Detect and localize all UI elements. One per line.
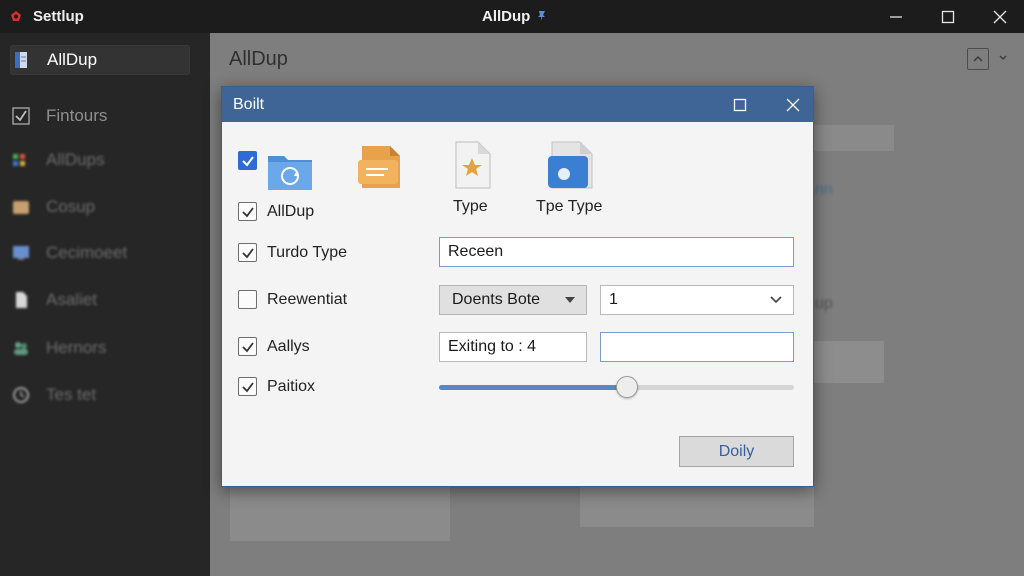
chevron-down-icon [770,296,782,304]
alldup-checkbox[interactable] [238,202,257,221]
maximize-icon [941,10,955,23]
file-disk-icon[interactable] [546,140,596,190]
check-icon [241,247,254,258]
check-icon [241,206,254,217]
dialog-close-button[interactable] [773,87,813,122]
collapse-button[interactable] [967,48,989,70]
file-icon [10,289,32,311]
minimize-button[interactable] [873,0,919,33]
caret-down-icon [565,297,575,303]
sidebar-item-label: Fintours [46,106,108,125]
sidebar-item-testet[interactable]: Tes tet [10,380,190,410]
sidebar-item-cecimoeet[interactable]: Cecimoeet [10,238,190,268]
background-text: up [815,295,833,312]
slider-fill [439,385,628,390]
sidebar-item-alldup[interactable]: AllDup [10,45,190,75]
doily-button[interactable]: Doily [679,436,794,467]
pin-icon [538,11,545,21]
icon-caption-tpe-type: Tpe Type [536,198,603,215]
alldup-label: AllDup [267,203,315,220]
exiting-input[interactable]: Exiting to : 4 [439,332,587,362]
turdo-type-checkbox[interactable] [238,243,257,262]
sidebar-item-label: Asaliet [46,290,98,309]
aallys-label: Aallys [267,338,310,355]
monitor-icon [10,242,32,264]
folder-sync-icon[interactable] [266,148,314,192]
grid-icon [10,149,32,171]
input-value: Exiting to : 4 [448,338,537,355]
paitiox-label: Paitiox [267,378,316,395]
turdo-type-input[interactable]: Receen [439,237,794,267]
title-bar: Settlup AllDup [0,0,1024,33]
people-icon [10,337,32,359]
sidebar-item-fintours[interactable]: Fintours [10,101,190,131]
check-icon [241,155,254,167]
background-card [580,487,814,527]
sidebar-item-label: Cecimoeet [46,243,128,262]
number-select[interactable]: 1 [600,285,794,315]
turdo-type-label: Turdo Type [267,244,348,261]
select-all-checkbox[interactable] [238,151,257,170]
aallys-checkbox[interactable] [238,337,257,356]
archive-icon[interactable] [356,142,404,192]
dropdown-value: Doents Bote [452,291,541,308]
background-panel [814,125,894,151]
app-name: Settlup [33,8,84,25]
app-logo-icon [11,11,21,21]
doents-bote-dropdown[interactable]: Doents Bote [439,285,587,315]
background-panel [814,341,884,383]
chevron-up-icon [973,56,983,62]
button-label: Doily [718,442,755,460]
select-value: 1 [609,291,618,308]
background-card [230,487,450,541]
check-icon [241,381,254,392]
checkbox-icon [10,105,32,127]
dialog-title: Boilt [233,96,265,113]
sidebar-item-hernors[interactable]: Hernors [10,333,190,363]
page-title: AllDup [229,48,288,70]
maximize-icon [733,98,747,111]
sidebar-item-label: Cosup [46,197,96,216]
check-icon [241,341,254,352]
document-icon [11,49,33,71]
sidebar-item-label: AllDups [46,150,105,169]
sidebar: AllDup Fintours AllDups Cosup Cecimoeet … [0,33,210,576]
sidebar-item-cosup[interactable]: Cosup [10,192,190,222]
sidebar-item-label: Tes tet [46,385,97,404]
sidebar-item-alldups[interactable]: AllDups [10,145,190,175]
slider-thumb[interactable] [616,376,639,398]
file-star-icon[interactable] [452,140,492,190]
minimize-icon [890,15,902,18]
dialog-header: Boilt [222,87,813,122]
close-button[interactable] [977,0,1023,33]
background-text: nn [815,181,833,198]
close-icon [993,10,1007,23]
sidebar-item-label: Hernors [46,338,107,357]
close-icon [786,98,800,111]
window-title: AllDup [482,8,531,25]
reewentiat-checkbox[interactable] [238,290,257,309]
paitiox-checkbox[interactable] [238,377,257,396]
input-value: Receen [448,243,504,260]
empty-input[interactable] [600,332,794,362]
reewentiat-label: Reewentiat [267,291,348,308]
maximize-button[interactable] [925,0,971,33]
box-icon [10,196,32,218]
clock-icon [10,384,32,406]
dialog-maximize-button[interactable] [720,87,760,122]
sidebar-item-label: AllDup [47,50,98,69]
sidebar-item-asaliet[interactable]: Asaliet [10,285,190,315]
icon-caption-type: Type [453,198,488,215]
chevron-down-icon[interactable] [997,51,1009,63]
